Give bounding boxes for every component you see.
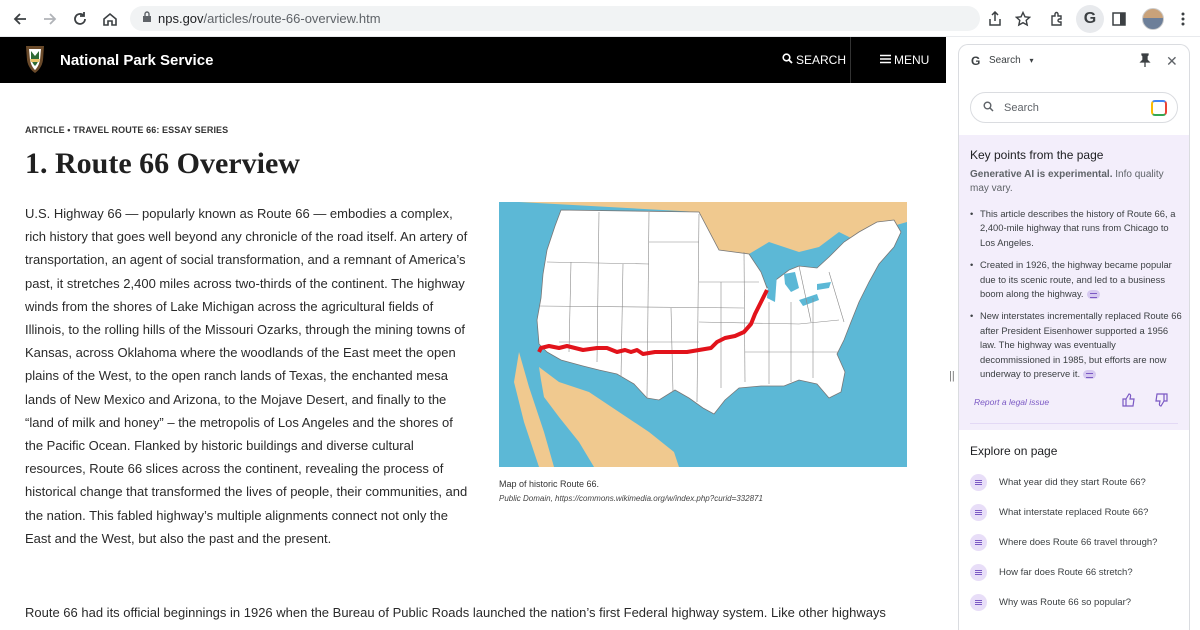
search-icon [983,101,994,115]
map-caption: Map of historic Route 66. [499,479,600,489]
site-search-button[interactable]: SEARCH [782,53,846,67]
key-points-title: Key points from the page [970,148,1104,162]
back-icon[interactable] [9,8,31,30]
forward-icon[interactable] [39,8,61,30]
google-side-panel-icon[interactable]: G [1076,5,1104,33]
route-66-map-image[interactable] [499,202,907,467]
divider [970,423,1178,424]
url-domain: nps.gov [158,11,204,26]
search-placeholder: Search [1004,101,1039,114]
side-panel-header: G Search ▾ ✕ [959,45,1189,77]
list-icon [970,503,987,521]
article-content: ARTICLE • TRAVEL ROUTE 66: ESSAY SERIES … [0,83,946,630]
list-icon [970,593,987,611]
panel-resize-handle[interactable]: || [949,370,955,382]
url-path: /articles/route-66-overview.htm [203,11,381,26]
page-title: 1. Route 66 Overview [25,147,300,180]
site-name[interactable]: National Park Service [60,52,213,69]
key-points-card: Key points from the page Generative AI i… [959,135,1189,430]
site-menu-label: MENU [894,53,930,67]
search-icon [782,53,793,67]
bookmark-star-icon[interactable] [1012,8,1034,30]
side-panel-search-input[interactable]: Search [970,92,1178,123]
thumbs-down-icon[interactable] [1154,393,1168,412]
key-points-list: This article describes the history of Ro… [970,207,1182,389]
citation-icon[interactable] [1083,370,1097,380]
side-panel-selector[interactable]: Search ▾ [989,55,1033,66]
explore-item[interactable]: How far does Route 66 stretch? [970,557,1185,587]
close-icon[interactable]: ✕ [1166,53,1178,70]
more-menu-icon[interactable] [1172,8,1194,30]
side-panel-toggle-icon[interactable] [1108,8,1130,30]
hamburger-icon [880,53,891,67]
home-icon[interactable] [99,8,121,30]
site-search-label: SEARCH [796,53,847,67]
report-legal-issue-link[interactable]: Report a legal issue [974,397,1049,407]
side-panel-title: Search [989,55,1021,66]
reload-icon[interactable] [69,8,91,30]
explore-list: What year did they start Route 66? What … [970,467,1185,617]
address-bar[interactable]: nps.gov/articles/route-66-overview.htm [130,6,980,31]
lock-icon [142,11,152,26]
list-icon [970,473,987,491]
explore-title: Explore on page [970,444,1058,458]
explore-item[interactable]: Where does Route 66 travel through? [970,527,1185,557]
ai-disclaimer-bold: Generative AI is experimental. [970,169,1113,180]
ai-disclaimer: Generative AI is experimental. Info qual… [970,168,1185,196]
google-g-icon: G [971,54,981,68]
pin-icon[interactable] [1139,53,1151,72]
key-point-item: Created in 1926, the highway became popu… [970,258,1182,301]
article-paragraph-2: Route 66 had its official beginnings in … [25,605,886,620]
google-lens-icon[interactable] [1151,100,1167,116]
google-side-panel: G Search ▾ ✕ Search Key points from the … [958,44,1190,630]
browser-toolbar: nps.gov/articles/route-66-overview.htm G [0,0,1200,37]
list-icon [970,533,987,551]
explore-item[interactable]: What interstate replaced Route 66? [970,497,1185,527]
explore-item[interactable]: Why was Route 66 so popular? [970,587,1185,617]
article-paragraph-1: U.S. Highway 66 — popularly known as Rou… [25,206,468,546]
list-icon [970,563,987,581]
map-credit: Public Domain, https://commons.wikimedia… [499,494,763,503]
site-menu-button[interactable]: MENU [880,53,929,67]
profile-avatar[interactable] [1142,8,1164,30]
extensions-icon[interactable] [1046,8,1068,30]
explore-item[interactable]: What year did they start Route 66? [970,467,1185,497]
site-header: National Park Service SEARCH MENU [0,37,946,83]
nps-arrowhead-logo-icon[interactable] [24,44,46,79]
key-point-item: This article describes the history of Ro… [970,207,1182,250]
citation-icon[interactable] [1086,290,1100,300]
share-icon[interactable] [984,8,1006,30]
thumbs-up-icon[interactable] [1122,393,1136,412]
key-point-item: New interstates incrementally replaced R… [970,309,1182,381]
chevron-down-icon: ▾ [1029,56,1034,65]
article-kicker: ARTICLE • TRAVEL ROUTE 66: ESSAY SERIES [25,125,229,135]
header-divider [850,37,851,83]
